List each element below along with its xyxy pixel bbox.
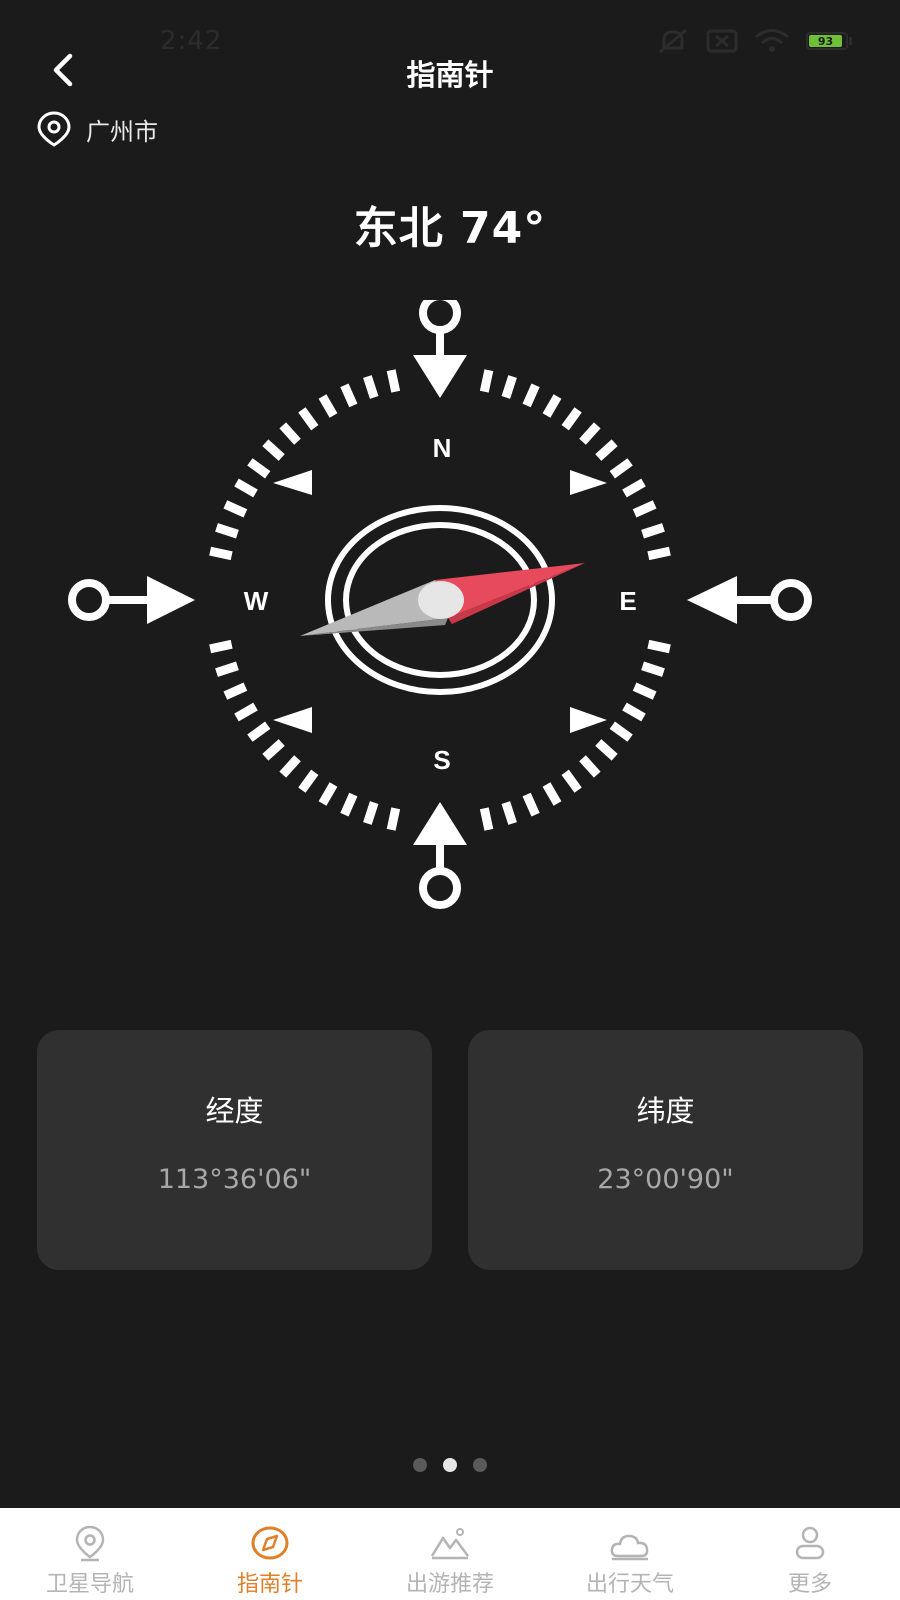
tab-label: 出游推荐	[405, 1572, 494, 1597]
compass-tick	[247, 721, 271, 742]
compass-tick	[262, 439, 285, 461]
compass-heading: 东北 74°	[353, 203, 547, 254]
tab-compass[interactable]: 指南针	[180, 1508, 360, 1600]
compass-tick	[622, 478, 646, 498]
tab-travel-recommendations[interactable]: 出游推荐	[360, 1508, 540, 1600]
compass-tick	[522, 383, 540, 408]
compass-tick	[479, 369, 494, 393]
compass-tick	[641, 523, 665, 539]
compass-tick	[501, 375, 517, 399]
direction-north: N	[433, 433, 452, 463]
west-pointer-icon	[68, 576, 195, 624]
compass-tick	[234, 702, 258, 722]
compass-tick	[647, 546, 671, 561]
needle-hub	[418, 581, 464, 619]
north-pointer-icon	[413, 300, 467, 398]
compass-tick	[363, 375, 379, 399]
compass-dial: N S W E	[68, 300, 812, 909]
south-pointer-icon	[413, 802, 467, 909]
bottom-tab-bar: 卫星导航 指南针 出游推荐 出行天气 更多	[0, 1508, 900, 1600]
compass-tick	[223, 500, 248, 518]
current-location: 广州市	[36, 110, 158, 148]
direction-west: W	[244, 586, 269, 616]
compass-tick	[247, 458, 271, 479]
tab-travel-weather[interactable]: 出行天气	[540, 1508, 720, 1600]
compass-tick	[632, 682, 657, 700]
compass-tick	[542, 394, 562, 418]
tab-label: 指南针	[236, 1572, 303, 1597]
compass-tick	[279, 755, 301, 778]
compass-tick	[262, 739, 285, 761]
longitude-value: 113°36'06"	[157, 1164, 312, 1195]
compass-tick	[223, 682, 248, 700]
app-header: 指南针	[0, 40, 900, 100]
page-dot[interactable]	[413, 1458, 427, 1472]
compass-tick	[215, 523, 239, 539]
page-dot[interactable]	[473, 1458, 487, 1472]
longitude-label: 经度	[205, 1094, 264, 1128]
compass-tick	[215, 661, 239, 677]
compass-tick	[298, 407, 319, 431]
location-pin-icon	[37, 111, 71, 147]
page-dot-active[interactable]	[443, 1458, 457, 1472]
latitude-label: 纬度	[636, 1094, 695, 1128]
compass-tick	[609, 721, 633, 742]
user-icon	[795, 1526, 825, 1560]
compass-tick	[542, 782, 562, 806]
compass-tick	[386, 807, 401, 831]
compass-tick	[340, 383, 358, 408]
compass-tick	[641, 661, 665, 677]
compass-tick	[561, 769, 582, 793]
tab-label: 更多	[787, 1572, 832, 1597]
latitude-card: 纬度 23°00'90"	[468, 1030, 863, 1270]
compass-tick	[340, 792, 358, 817]
compass-tick	[479, 807, 494, 831]
compass-tick	[234, 478, 258, 498]
compass-tick	[501, 801, 517, 825]
compass-icon	[251, 1526, 289, 1560]
compass-tick	[647, 639, 671, 654]
tab-satellite-navigation[interactable]: 卫星导航	[0, 1508, 180, 1600]
compass-tick	[318, 782, 338, 806]
compass-tick	[298, 769, 319, 793]
compass-tick	[622, 702, 646, 722]
northeast-marker-icon	[570, 470, 607, 495]
longitude-card: 经度 113°36'06"	[37, 1030, 432, 1270]
compass-needle	[300, 563, 585, 636]
southeast-marker-icon	[570, 707, 607, 733]
compass-tick	[632, 500, 657, 518]
tab-label: 卫星导航	[45, 1572, 134, 1597]
location-pin-icon	[75, 1525, 105, 1562]
latitude-value: 23°00'90"	[597, 1164, 734, 1195]
compass-tick	[386, 369, 401, 393]
location-city: 广州市	[86, 117, 158, 146]
compass-tick	[209, 639, 233, 654]
tab-label: 出行天气	[585, 1572, 674, 1597]
compass-tick	[561, 407, 582, 431]
tab-more[interactable]: 更多	[720, 1508, 900, 1600]
compass-tick	[595, 439, 618, 461]
compass-tick	[209, 546, 233, 561]
page-indicator	[0, 1458, 900, 1472]
direction-south: S	[433, 745, 450, 775]
east-pointer-icon	[687, 576, 812, 624]
compass-tick	[279, 422, 301, 445]
compass-tick	[363, 801, 379, 825]
cloud-sun-icon	[610, 1534, 649, 1561]
northwest-marker-icon	[273, 470, 312, 495]
compass-tick	[595, 739, 618, 761]
page-title: 指南针	[406, 58, 494, 92]
compass-tick	[318, 394, 338, 418]
compass-tick	[579, 422, 601, 445]
southwest-marker-icon	[273, 707, 312, 733]
compass-tick	[579, 755, 601, 778]
direction-east: E	[619, 586, 636, 616]
compass-tick	[522, 792, 540, 817]
mountain-icon	[430, 1528, 469, 1560]
compass-tick	[609, 458, 633, 479]
